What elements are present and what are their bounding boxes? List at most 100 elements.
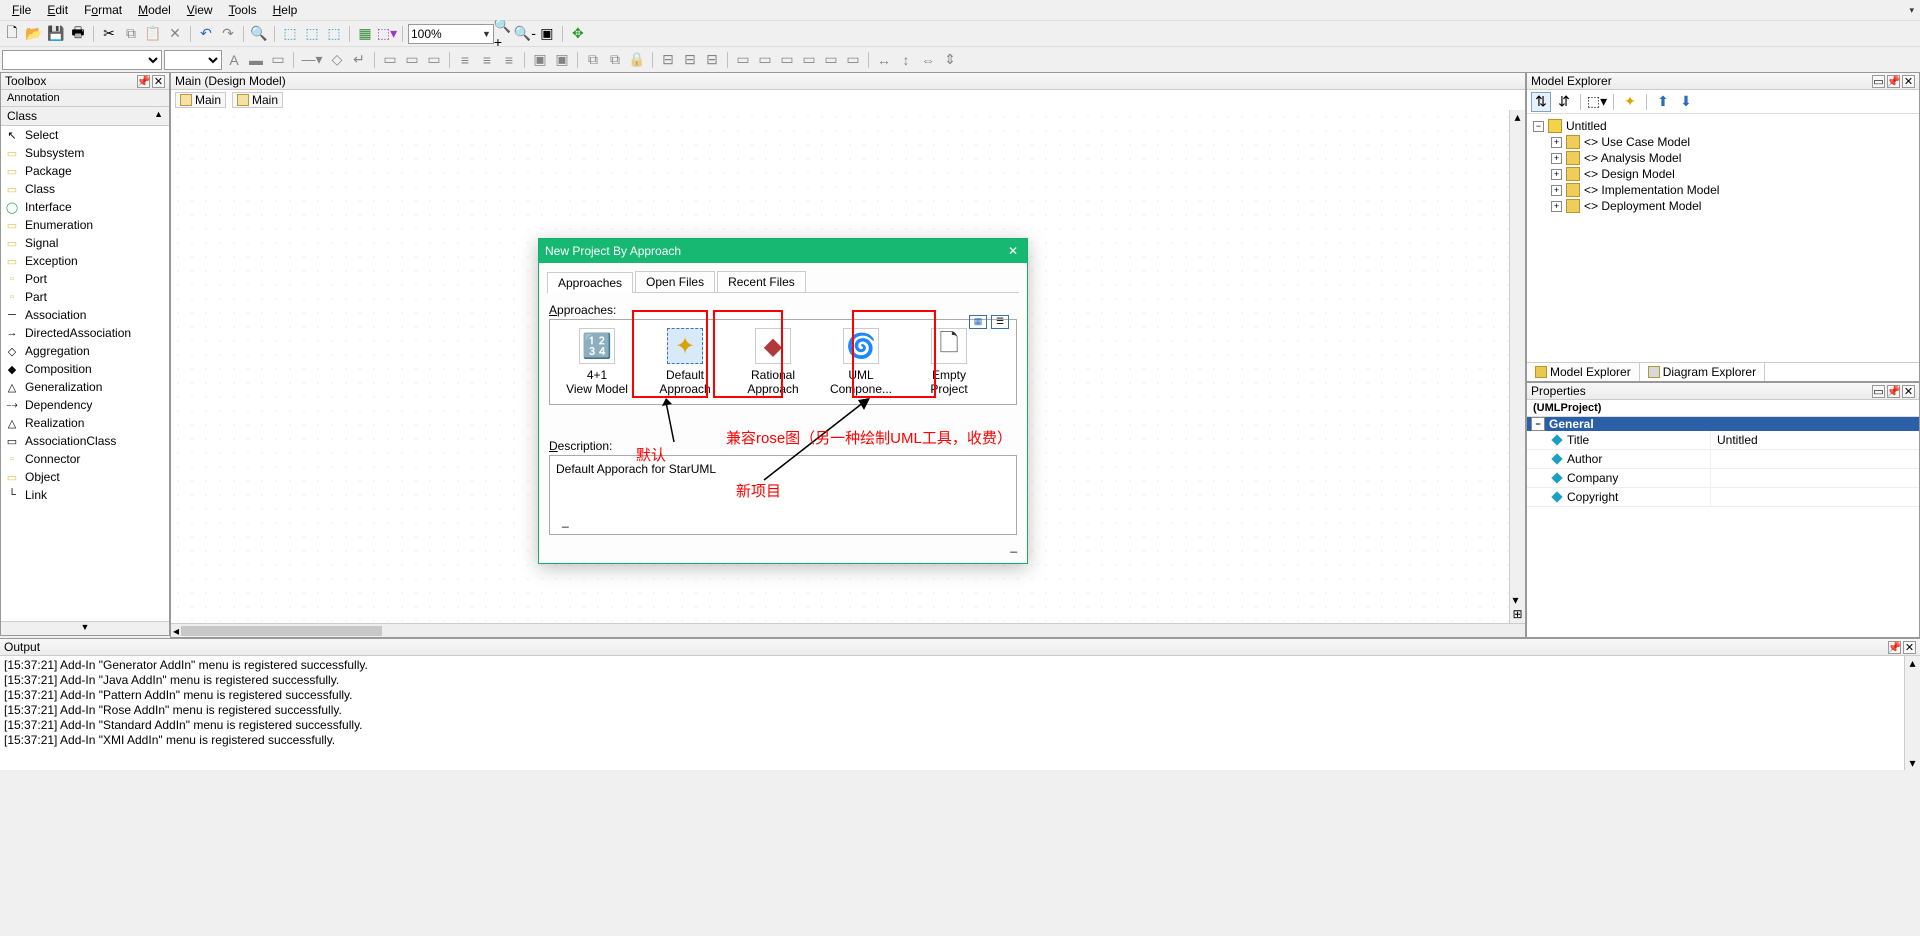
refresh-icon[interactable]: ✦ <box>1620 92 1640 112</box>
dialog-tab-open-files[interactable]: Open Files <box>635 271 715 292</box>
size-combo[interactable] <box>164 50 222 70</box>
tree-root[interactable]: Untitled <box>1566 119 1607 133</box>
pin-icon[interactable]: 📌 <box>1887 75 1900 88</box>
toolbox-item-realization[interactable]: △Realization <box>1 414 169 432</box>
expander-icon[interactable]: + <box>1551 185 1562 196</box>
property-value[interactable]: Untitled <box>1711 431 1919 449</box>
undo-icon[interactable]: ↶ <box>196 24 216 44</box>
toolbox-item-connector[interactable]: ▫Connector <box>1 450 169 468</box>
vscrollbar[interactable]: ▴▾⊞ <box>1509 110 1525 623</box>
menu-model[interactable]: Model <box>130 3 179 17</box>
tree-node[interactable]: +<> Deployment Model <box>1551 198 1913 214</box>
tab-main-1[interactable]: Main <box>175 92 226 108</box>
restore-icon[interactable]: ▭ <box>1872 385 1885 398</box>
toolbox-item-subsystem[interactable]: ▭Subsystem <box>1 144 169 162</box>
icon-view-icon[interactable]: ▦ <box>969 315 987 329</box>
hscrollbar[interactable]: ◂ <box>171 623 1525 637</box>
approach-rational-approach[interactable]: ◆RationalApproach <box>734 328 812 396</box>
print-icon[interactable]: 🖶 <box>68 24 88 44</box>
dialog-tab-recent-files[interactable]: Recent Files <box>717 271 806 292</box>
toolbox-item-composition[interactable]: ◆Composition <box>1 360 169 378</box>
property-value[interactable] <box>1711 450 1919 468</box>
menu-file[interactable]: File <box>4 3 39 17</box>
toolbox-item-class[interactable]: ▭Class <box>1 180 169 198</box>
zoom-in-icon[interactable]: 🔍+ <box>493 24 513 44</box>
expander-icon[interactable]: + <box>1551 201 1562 212</box>
tab-diagram-explorer[interactable]: Diagram Explorer <box>1640 363 1765 381</box>
zoom-out-icon[interactable]: 🔍- <box>515 24 535 44</box>
approach-uml-compone-[interactable]: 🌀UMLCompone... <box>822 328 900 396</box>
font-combo[interactable] <box>2 50 162 70</box>
restore-icon[interactable]: ▭ <box>1872 75 1885 88</box>
filter-icon[interactable]: ⬚▾ <box>1587 92 1607 112</box>
new-icon[interactable]: 🗋 <box>2 24 22 44</box>
expander-icon[interactable]: + <box>1551 137 1562 148</box>
vscrollbar[interactable]: ▴▾ <box>1904 656 1920 770</box>
navigate-icon[interactable]: ✥ <box>568 24 588 44</box>
model-edit-icon[interactable]: ⬚ <box>302 24 322 44</box>
toolbox-item-select[interactable]: ↖Select <box>1 126 169 144</box>
tab-main-2[interactable]: Main <box>232 92 283 108</box>
menu-view[interactable]: View <box>179 3 221 17</box>
toolbox-item-link[interactable]: └Link <box>1 486 169 504</box>
menu-edit[interactable]: Edit <box>39 3 76 17</box>
pin-icon[interactable]: 📌 <box>1888 641 1901 654</box>
model-del-icon[interactable]: ⬚ <box>324 24 344 44</box>
toolbox-item-association[interactable]: ─Association <box>1 306 169 324</box>
dialog-tab-approaches[interactable]: Approaches <box>547 272 633 293</box>
pin-icon[interactable]: 📌 <box>1887 385 1900 398</box>
tab-model-explorer[interactable]: Model Explorer <box>1527 363 1640 381</box>
toolbox-item-directedassociation[interactable]: →DirectedAssociation <box>1 324 169 342</box>
close-icon[interactable]: ✕ <box>1902 385 1915 398</box>
approach-default-approach[interactable]: ✦DefaultApproach <box>646 328 724 396</box>
sort-alpha-icon[interactable]: ⇅ <box>1531 92 1551 112</box>
down-arrow-icon[interactable]: ⬇ <box>1676 92 1696 112</box>
toolbox-item-port[interactable]: ▫Port <box>1 270 169 288</box>
list-view-icon[interactable]: ☰ <box>991 315 1009 329</box>
toolbox-item-exception[interactable]: ▭Exception <box>1 252 169 270</box>
close-icon[interactable]: ✕ <box>1005 243 1021 259</box>
collapse-icon[interactable]: − <box>1531 417 1545 431</box>
property-row[interactable]: Company <box>1527 469 1919 488</box>
zoom-fit-icon[interactable]: ▣ <box>537 24 557 44</box>
scroll-down-icon[interactable]: ▼ <box>1 621 169 635</box>
property-row[interactable]: Copyright <box>1527 488 1919 507</box>
expander-icon[interactable]: − <box>1533 121 1544 132</box>
toolbox-item-package[interactable]: ▭Package <box>1 162 169 180</box>
approach-empty-project[interactable]: 🗋EmptyProject <box>910 328 988 396</box>
menu-tools[interactable]: Tools <box>221 3 265 17</box>
toolbox-item-object[interactable]: ▭Object <box>1 468 169 486</box>
find-icon[interactable]: 🔍 <box>249 24 269 44</box>
close-icon[interactable]: ✕ <box>1902 75 1915 88</box>
menu-overflow-icon[interactable]: ▾ <box>1909 5 1914 16</box>
save-icon[interactable]: 💾 <box>46 24 66 44</box>
menu-format[interactable]: Format <box>76 3 130 17</box>
up-arrow-icon[interactable]: ⬆ <box>1653 92 1673 112</box>
property-value[interactable] <box>1711 469 1919 487</box>
property-category[interactable]: −General <box>1527 417 1919 431</box>
property-value[interactable] <box>1711 488 1919 506</box>
close-icon[interactable]: ✕ <box>1903 641 1916 654</box>
tree-node[interactable]: +<> Design Model <box>1551 166 1913 182</box>
approach-4-1-view-model[interactable]: 🔢4+1View Model <box>558 328 636 396</box>
menu-help[interactable]: Help <box>265 3 306 17</box>
expander-icon[interactable]: + <box>1551 169 1562 180</box>
toolbox-item-interface[interactable]: ◯Interface <box>1 198 169 216</box>
toolbox-item-aggregation[interactable]: ◇Aggregation <box>1 342 169 360</box>
property-row[interactable]: Author <box>1527 450 1919 469</box>
toolbox-section-class[interactable]: Class▲ <box>1 107 169 126</box>
property-row[interactable]: TitleUntitled <box>1527 431 1919 450</box>
toolbox-item-dependency[interactable]: ⤍Dependency <box>1 396 169 414</box>
cut-icon[interactable]: ✂ <box>99 24 119 44</box>
close-icon[interactable]: ✕ <box>152 75 165 88</box>
pin-icon[interactable]: 📌 <box>137 75 150 88</box>
toolbox-item-enumeration[interactable]: ▭Enumeration <box>1 216 169 234</box>
expander-icon[interactable]: + <box>1551 153 1562 164</box>
tree-node[interactable]: +<> Use Case Model <box>1551 134 1913 150</box>
toolbox-section-annotation[interactable]: Annotation <box>1 90 169 107</box>
sort-type-icon[interactable]: ⇵ <box>1554 92 1574 112</box>
open-icon[interactable]: 📂 <box>24 24 44 44</box>
toolbox-item-part[interactable]: ▫Part <box>1 288 169 306</box>
toolbox-item-associationclass[interactable]: ▭AssociationClass <box>1 432 169 450</box>
grid-icon[interactable]: ▦ <box>355 24 375 44</box>
